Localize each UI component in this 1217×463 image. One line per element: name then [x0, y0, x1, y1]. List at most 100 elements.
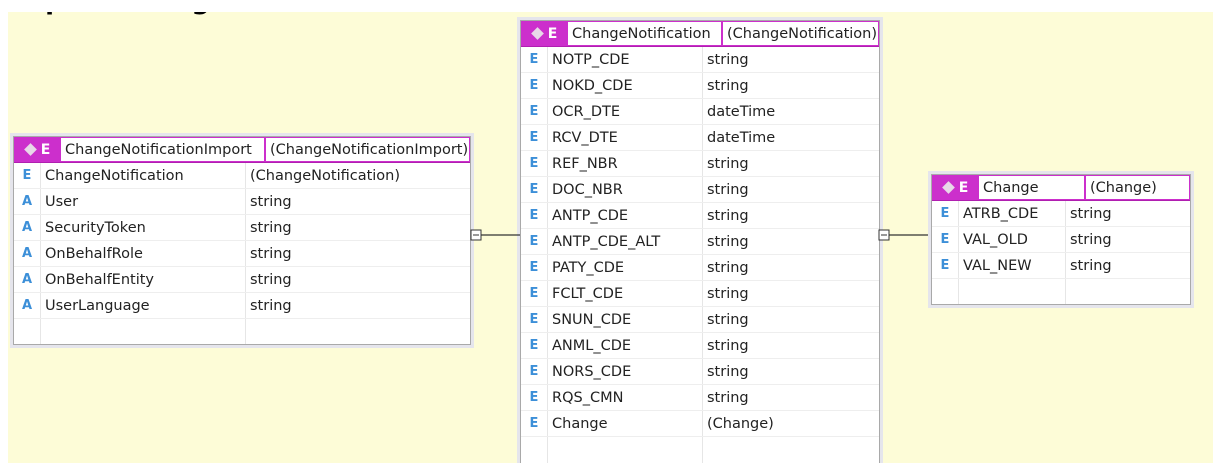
entity-row-change[interactable]: E Change (Change)	[521, 411, 879, 437]
field-name: PATY_CDE	[547, 255, 702, 280]
entity-row-val-old[interactable]: E VAL_OLD string	[932, 227, 1190, 253]
entity-row-onbehalfrole[interactable]: A OnBehalfRole string	[14, 241, 470, 267]
field-name: SecurityToken	[40, 215, 245, 240]
field-name: VAL_NEW	[958, 253, 1065, 278]
element-icon: E	[529, 208, 539, 223]
entity-rows: E NOTP_CDE string E NOKD_CDE string E OCR_DTE da…	[521, 47, 879, 463]
empty-name-cell	[40, 319, 245, 344]
field-name: Change	[547, 411, 702, 436]
field-name: NORS_CDE	[547, 359, 702, 384]
entity-row-empty[interactable]	[521, 437, 879, 463]
empty-name-cell	[547, 437, 702, 463]
field-type: (Change)	[702, 411, 879, 436]
entity-header[interactable]: E ChangeNotificationImport (ChangeNotifi…	[14, 137, 470, 163]
entity-row-nors-cde[interactable]: E NORS_CDE string	[521, 359, 879, 385]
field-name: ATRB_CDE	[958, 201, 1065, 226]
element-icon: E	[529, 260, 539, 275]
entity-element-icon: E	[521, 21, 569, 46]
entity-row-fclt-cde[interactable]: E FCLT_CDE string	[521, 281, 879, 307]
element-icon: E	[529, 52, 539, 67]
field-type: string	[702, 385, 879, 410]
field-type: string	[245, 215, 470, 240]
diagram-canvas: Import ChangeNotification E ChangeNotifi…	[8, 12, 1213, 463]
field-type: string	[702, 203, 879, 228]
field-type: string	[702, 281, 879, 306]
entity-row-val-new[interactable]: E VAL_NEW string	[932, 253, 1190, 279]
field-type: string	[1065, 201, 1190, 226]
element-icon: E	[529, 364, 539, 379]
field-type: string	[702, 359, 879, 384]
field-type: string	[1065, 253, 1190, 278]
entity-row-rcv-dte[interactable]: E RCV_DTE dateTime	[521, 125, 879, 151]
field-type: dateTime	[702, 125, 879, 150]
entity-row-antp-cde[interactable]: E ANTP_CDE string	[521, 203, 879, 229]
entity-row-atrb-cde[interactable]: E ATRB_CDE string	[932, 201, 1190, 227]
entity-name: Change	[978, 175, 1085, 200]
empty-name-cell	[958, 279, 1065, 304]
entity-row-user[interactable]: A User string	[14, 189, 470, 215]
field-type: string	[245, 241, 470, 266]
empty-icon-cell	[932, 279, 958, 304]
field-type: string	[702, 151, 879, 176]
field-name: ANML_CDE	[547, 333, 702, 358]
field-name: User	[40, 189, 245, 214]
field-name: OnBehalfRole	[40, 241, 245, 266]
entity-row-ref-nbr[interactable]: E REF_NBR string	[521, 151, 879, 177]
entity-header[interactable]: E ChangeNotification (ChangeNotification…	[521, 21, 879, 47]
entity-rows: E ATRB_CDE string E VAL_OLD string E VAL_NEW str…	[932, 201, 1190, 304]
field-type: string	[702, 333, 879, 358]
element-icon: E	[529, 234, 539, 249]
element-icon: E	[529, 286, 539, 301]
entity-row-nokd-cde[interactable]: E NOKD_CDE string	[521, 73, 879, 99]
entity-change[interactable]: E Change (Change) E ATRB_CDE string E VAL_OL…	[931, 174, 1191, 305]
field-type: (ChangeNotification)	[245, 163, 470, 188]
entity-name: ChangeNotificationImport	[60, 137, 265, 162]
field-name: RQS_CMN	[547, 385, 702, 410]
entity-row-securitytoken[interactable]: A SecurityToken string	[14, 215, 470, 241]
entity-element-icon: E	[14, 137, 62, 162]
entity-row-changenotification[interactable]: E ChangeNotification (ChangeNotification)	[14, 163, 470, 189]
entity-type: (ChangeNotificationImport)	[265, 137, 470, 162]
entity-row-ocr-dte[interactable]: E OCR_DTE dateTime	[521, 99, 879, 125]
entity-row-onbehalfentity[interactable]: A OnBehalfEntity string	[14, 267, 470, 293]
field-type: dateTime	[702, 99, 879, 124]
attribute-icon: A	[21, 194, 33, 209]
element-icon: E	[529, 78, 539, 93]
entity-row-empty[interactable]	[932, 279, 1190, 304]
field-type: string	[1065, 227, 1190, 252]
entity-change-notification[interactable]: E ChangeNotification (ChangeNotification…	[520, 20, 880, 463]
entity-row-doc-nbr[interactable]: E DOC_NBR string	[521, 177, 879, 203]
entity-row-snun-cde[interactable]: E SNUN_CDE string	[521, 307, 879, 333]
field-name: NOTP_CDE	[547, 47, 702, 72]
attribute-icon: A	[21, 246, 33, 261]
entity-row-notp-cde[interactable]: E NOTP_CDE string	[521, 47, 879, 73]
element-icon: E	[529, 130, 539, 145]
field-type: string	[245, 189, 470, 214]
field-name: DOC_NBR	[547, 177, 702, 202]
field-name: SNUN_CDE	[547, 307, 702, 332]
element-icon: E	[529, 156, 539, 171]
entity-rows: E ChangeNotification (ChangeNotification) A…	[14, 163, 470, 344]
field-type: string	[702, 47, 879, 72]
field-name: OCR_DTE	[547, 99, 702, 124]
entity-row-rqs-cmn[interactable]: E RQS_CMN string	[521, 385, 879, 411]
entity-row-userlanguage[interactable]: A UserLanguage string	[14, 293, 470, 319]
entity-name: ChangeNotification	[567, 21, 722, 46]
attribute-icon: A	[21, 220, 33, 235]
empty-type-cell	[702, 437, 879, 463]
element-icon: E	[529, 338, 539, 353]
empty-icon-cell	[521, 437, 547, 463]
entity-change-notification-import[interactable]: E ChangeNotificationImport (ChangeNotifi…	[13, 136, 471, 345]
entity-row-anml-cde[interactable]: E ANML_CDE string	[521, 333, 879, 359]
entity-row-empty[interactable]	[14, 319, 470, 344]
empty-icon-cell	[14, 319, 40, 344]
empty-type-cell	[1065, 279, 1190, 304]
field-name: UserLanguage	[40, 293, 245, 318]
entity-header[interactable]: E Change (Change)	[932, 175, 1190, 201]
element-icon: E	[940, 258, 950, 273]
field-type: string	[702, 307, 879, 332]
field-name: NOKD_CDE	[547, 73, 702, 98]
connector-notification-to-change	[878, 229, 928, 241]
entity-row-paty-cde[interactable]: E PATY_CDE string	[521, 255, 879, 281]
entity-row-antp-cde-alt[interactable]: E ANTP_CDE_ALT string	[521, 229, 879, 255]
